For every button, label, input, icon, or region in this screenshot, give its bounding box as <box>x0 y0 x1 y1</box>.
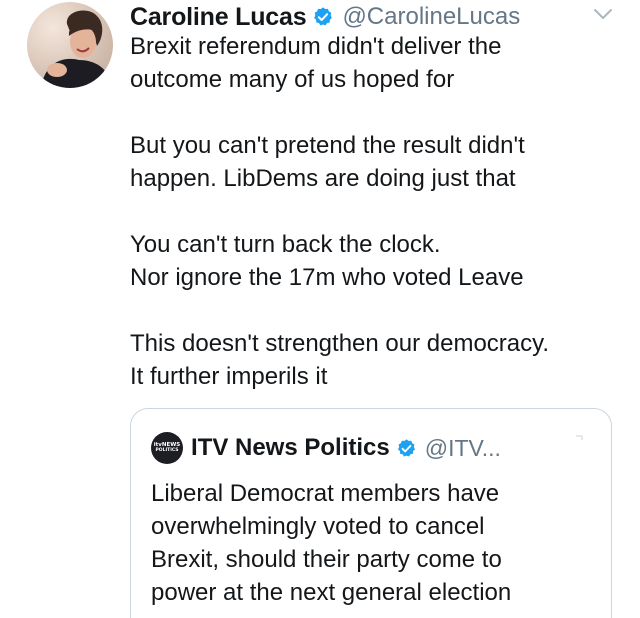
profile-photo <box>27 2 113 88</box>
tweet-paragraph: But you can't pretend the result didn't … <box>130 129 620 195</box>
handle[interactable]: @CarolineLucas <box>342 3 520 31</box>
tweet-line: It further imperils it <box>130 363 328 390</box>
tweet-line: But you can't pretend the result didn't <box>130 132 525 159</box>
quoted-tweet-text: Liberal Democrat members have overwhelmi… <box>151 477 591 609</box>
quoted-line: power at the next general election <box>151 579 512 606</box>
corner-mark-icon <box>576 435 583 440</box>
tweet-paragraph: Brexit referendum didn't deliver the out… <box>130 30 620 96</box>
quoted-handle: @ITV... <box>424 434 501 461</box>
tweet-line: Nor ignore the 17m who voted Leave <box>130 264 524 291</box>
tweet-text: Brexit referendum didn't deliver the out… <box>130 30 620 393</box>
tweet-paragraph: This doesn't strengthen our democracy. I… <box>130 327 620 393</box>
quoted-avatar: itvNEWS POLITICS <box>151 432 183 464</box>
quoted-line: overwhelmingly voted to cancel <box>151 513 485 540</box>
tweet-header: Caroline Lucas @CarolineLucas <box>130 0 630 34</box>
quoted-tweet-header: itvNEWS POLITICS ITV News Politics @ITV.… <box>151 431 591 465</box>
tweet-paragraph: You can't turn back the clock. Nor ignor… <box>130 228 620 294</box>
tweet-line: This doesn't strengthen our democracy. <box>130 330 550 357</box>
quoted-display-name: ITV News Politics <box>191 434 390 461</box>
avatar[interactable] <box>27 2 113 88</box>
tweet-line: You can't turn back the clock. <box>130 231 441 258</box>
verified-badge-icon <box>397 438 415 456</box>
tweet-line: outcome many of us hoped for <box>130 66 455 93</box>
display-name[interactable]: Caroline Lucas <box>130 3 307 32</box>
tweet-line: Brexit referendum didn't deliver the <box>130 33 502 60</box>
quoted-avatar-sub: POLITICS <box>155 448 179 453</box>
verified-badge-icon <box>314 7 333 26</box>
quoted-line: Brexit, should their party come to <box>151 546 502 573</box>
quoted-tweet-card[interactable]: itvNEWS POLITICS ITV News Politics @ITV.… <box>130 408 612 618</box>
chevron-down-icon[interactable] <box>592 6 614 22</box>
tweet-line: happen. LibDems are doing just that <box>130 165 516 192</box>
quoted-line: Liberal Democrat members have <box>151 480 500 507</box>
